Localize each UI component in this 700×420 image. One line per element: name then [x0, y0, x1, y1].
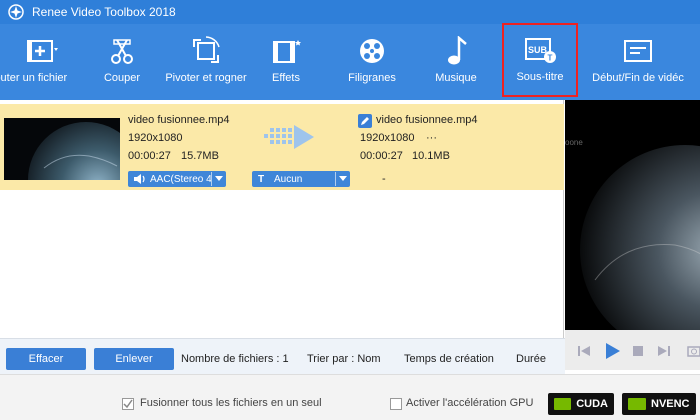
stop-icon[interactable] [633, 346, 643, 356]
app-logo-icon [8, 4, 24, 20]
text-icon: T [257, 173, 265, 185]
remove-button[interactable]: Enlever [94, 348, 174, 370]
title-bar: Renee Video Toolbox 2018 [0, 0, 700, 24]
toolbar: jouter un fichier Couper Pivoter et rogn… [0, 23, 700, 100]
chevron-down-icon [212, 176, 226, 182]
footer: Fusionner tous les fichiers en un seul A… [0, 374, 700, 420]
clear-button[interactable]: Effacer [6, 348, 86, 370]
audio-track-value: AAC(Stereo 4 [150, 173, 211, 185]
nvidia-logo-icon [554, 398, 572, 410]
check-icon [123, 399, 133, 409]
chevron-down-icon [336, 176, 350, 182]
player-controls [565, 330, 700, 370]
output-size: 10.1MB [412, 150, 450, 162]
edit-output-icon[interactable] [358, 114, 372, 128]
source-size: 15.7MB [181, 150, 219, 162]
add-file-icon [27, 40, 58, 62]
effects-button[interactable]: Effets [256, 24, 316, 100]
file-row[interactable]: video fusionnee.mp4 1920x1080 00:00:27 1… [0, 104, 564, 190]
svg-text:T: T [548, 54, 553, 63]
output-resolution: 1920x1080 [360, 132, 415, 144]
cut-label: Couper [103, 72, 141, 84]
merge-files-label: Fusionner tous les fichiers en un seul [140, 397, 322, 409]
cuda-badge: CUDA [548, 393, 614, 415]
rotate-crop-button[interactable]: Pivoter et rogner [158, 24, 254, 100]
effects-label: Effets [272, 72, 300, 84]
add-file-button[interactable]: jouter un fichier [0, 24, 84, 100]
audio-track-dropdown[interactable]: AAC(Stereo 4 [128, 171, 226, 187]
crop-rotate-icon [193, 36, 220, 63]
previous-icon[interactable] [577, 344, 591, 358]
sort-by[interactable]: Trier par : Nom [307, 353, 381, 365]
intro-outro-icon [624, 40, 652, 62]
play-icon[interactable] [603, 342, 621, 360]
convert-arrow-icon [264, 125, 314, 149]
svg-text:SUB: SUB [528, 45, 548, 55]
intro-outro-button[interactable]: Début/Fin de vidéc [580, 24, 696, 100]
rotate-crop-label: Pivoter et rogner [165, 72, 247, 84]
gpu-acceleration-label: Activer l'accélération GPU [406, 397, 534, 409]
nvenc-label: NVENC [651, 398, 690, 410]
add-file-label: jouter un fichier [0, 72, 68, 84]
output-file-name: video fusionnee.mp4 [376, 114, 478, 126]
subtitle-icon: SUB T [525, 38, 556, 63]
watermark-label: Filigranes [348, 72, 396, 84]
file-list: video fusionnee.mp4 1920x1080 00:00:27 1… [0, 100, 564, 338]
nvidia-logo-icon [628, 398, 646, 410]
subtitle-dropdown[interactable]: T Aucun [252, 171, 350, 187]
next-icon[interactable] [657, 344, 671, 358]
subtitle-label: Sous-titre [516, 71, 564, 83]
merge-files-checkbox[interactable] [122, 398, 134, 410]
window-title: Renee Video Toolbox 2018 [32, 5, 176, 19]
source-resolution: 1920x1080 [128, 132, 183, 144]
output-more-options[interactable]: ··· [426, 132, 437, 144]
music-button[interactable]: Musique [426, 24, 486, 100]
list-action-bar: Effacer Enlever Nombre de fichiers : 1 T… [0, 338, 565, 374]
nvenc-badge: NVENC [622, 393, 696, 415]
cut-icon [111, 39, 133, 64]
watermark-button[interactable]: Filigranes [340, 24, 404, 100]
source-duration: 00:00:27 [128, 150, 171, 162]
cuda-label: CUDA [576, 398, 608, 410]
speaker-icon [134, 174, 145, 184]
subtitle-value: Aucun [274, 173, 303, 185]
music-label: Musique [435, 72, 477, 84]
row-status-dash: - [382, 173, 386, 185]
source-file-name: video fusionnee.mp4 [128, 114, 230, 126]
gpu-acceleration-checkbox[interactable] [390, 398, 402, 410]
cut-button[interactable]: Couper [92, 24, 152, 100]
watermark-icon [360, 39, 384, 63]
video-thumbnail [4, 118, 120, 180]
sort-duration[interactable]: Durée [516, 353, 546, 365]
intro-outro-label: Début/Fin de vidéc [592, 72, 684, 84]
subtitle-button[interactable]: SUB T Sous-titre [502, 23, 578, 97]
output-duration: 00:00:27 [360, 150, 403, 162]
music-icon [448, 36, 467, 65]
snapshot-icon[interactable] [687, 344, 700, 358]
svg-text:oone: oone [565, 138, 583, 147]
file-count: Nombre de fichiers : 1 [181, 353, 289, 365]
preview-panel: oone [565, 100, 700, 330]
effects-icon [273, 40, 301, 63]
sort-creation-time[interactable]: Temps de création [404, 353, 494, 365]
